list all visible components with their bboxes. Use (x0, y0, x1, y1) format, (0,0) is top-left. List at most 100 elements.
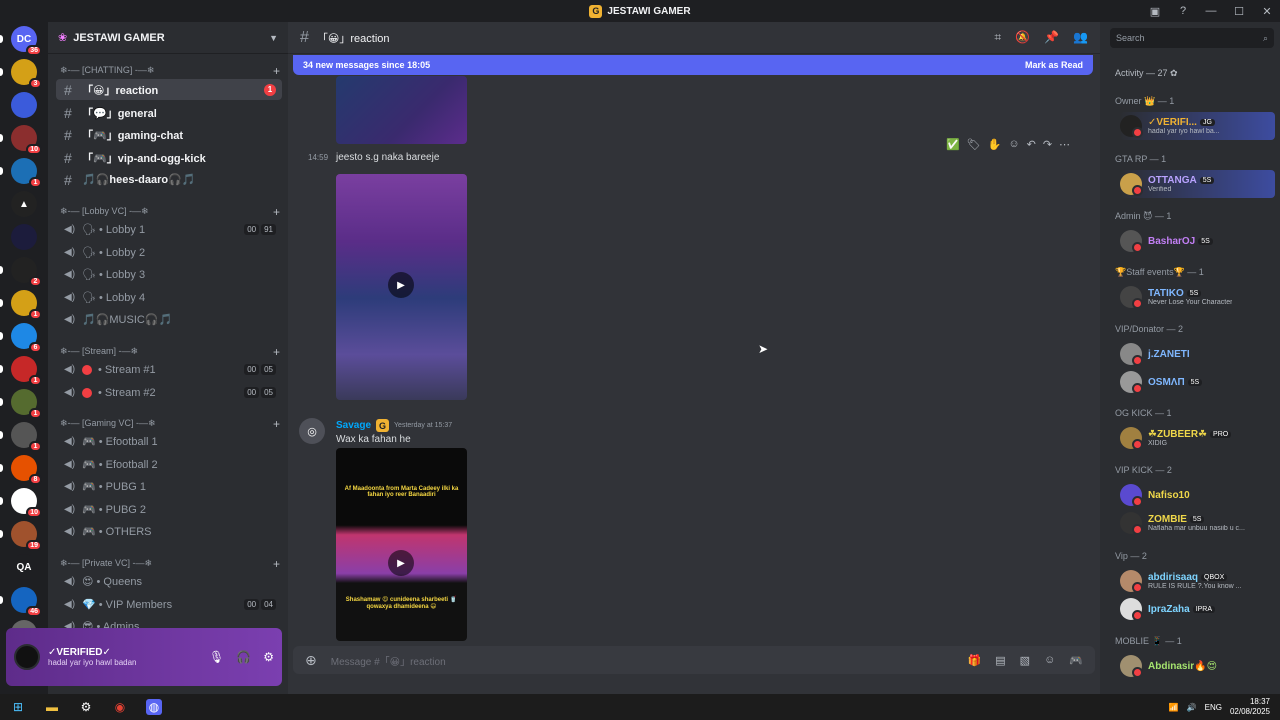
clock[interactable]: 18:37 02/08/2025 (1230, 697, 1270, 717)
server-icon[interactable]: DC 36 (11, 26, 42, 56)
member-item[interactable]: OTTANGA 5S Verified (1120, 170, 1275, 198)
add-channel-icon[interactable]: + (273, 205, 280, 219)
server-icon[interactable]: 1 (11, 158, 42, 188)
member-item[interactable]: OSMΛП 5S (1120, 368, 1275, 396)
file-explorer-icon[interactable]: ▬ (44, 699, 60, 715)
voice-lobby-2[interactable]: ◀) 🗣 • Lobby 2 (56, 242, 282, 263)
voice-pubg-2[interactable]: ◀) 🎮 • PUBG 2 (56, 499, 282, 520)
server-icon[interactable]: 19 (11, 521, 42, 551)
chrome-icon[interactable]: ◉ (112, 699, 128, 715)
maximize-button[interactable]: ☐ (1226, 5, 1252, 18)
new-messages-bar[interactable]: 34 new messages since 18:05 Mark as Read (293, 55, 1093, 75)
message-composer[interactable]: ⊕ Message #「😀」reaction 🎁 ▤ ▧ ☺ 🎮 (293, 646, 1095, 674)
activity-header[interactable]: Activity — 27 ✿ (1115, 68, 1178, 79)
forward-icon[interactable]: ↷ (1043, 138, 1052, 151)
member-item[interactable]: BasharOJ 5S (1120, 227, 1275, 255)
play-icon[interactable]: ▶ (388, 272, 414, 298)
member-item[interactable]: IpraZaha IPRA (1120, 595, 1275, 623)
headphones-icon[interactable]: 🎧 (236, 650, 251, 664)
member-item[interactable]: ☘ZUBEER☘ PRO XIDIG (1120, 424, 1275, 452)
channel-general[interactable]: # 「💬」general (56, 102, 282, 123)
voice-efootball-1[interactable]: ◀) 🎮 • Efootball 1 (56, 431, 282, 452)
mark-as-read-button[interactable]: Mark as Read (1025, 60, 1083, 70)
voice-queens[interactable]: ◀) 😍 • Queens (56, 571, 282, 592)
member-item[interactable]: abdirisaaq QBOX RULE IS RULE ?.You know ..… (1120, 567, 1275, 595)
volume-icon[interactable]: 🔊 (1187, 703, 1197, 712)
emoji-icon[interactable]: ☺ (1044, 654, 1055, 667)
pin-icon[interactable]: 📌 (1044, 30, 1059, 45)
channel-vip-and-ogg-kick[interactable]: # 「🎮」vip-and-ogg-kick (56, 147, 282, 168)
server-icon[interactable]: QA (11, 554, 37, 580)
server-icon[interactable]: 10 (11, 488, 42, 518)
author-name[interactable]: Savage (336, 420, 371, 431)
member-item[interactable]: Abdinasir🔥😍 (1120, 652, 1275, 680)
gear-icon[interactable]: ⚙ (263, 650, 274, 664)
wave-reaction-icon[interactable]: ✋ (988, 138, 1002, 151)
settings-icon[interactable]: ⚙ (78, 699, 94, 715)
add-channel-icon[interactable]: + (273, 64, 280, 78)
threads-icon[interactable]: ⌗ (994, 30, 1001, 45)
add-channel-icon[interactable]: + (273, 345, 280, 359)
add-channel-icon[interactable]: + (273, 417, 280, 431)
guild-header[interactable]: ❀ JESTAWI GAMER ▼ (48, 22, 288, 54)
network-icon[interactable]: 📶 (1169, 703, 1179, 712)
server-icon[interactable] (11, 92, 37, 118)
server-icon[interactable]: 1 (11, 389, 42, 419)
category-stream[interactable]: ❄-— [Stream] -—❄ + (60, 345, 280, 359)
microphone-icon[interactable]: 🎙 (209, 650, 224, 664)
channel-gaming-chat[interactable]: # 「🎮」gaming-chat (56, 124, 282, 145)
server-icon[interactable]: 10 (11, 125, 42, 155)
member-item[interactable]: j.ZANETI (1120, 340, 1275, 368)
minimize-button[interactable]: — (1198, 5, 1224, 17)
avatar[interactable] (14, 644, 40, 670)
reply-icon[interactable]: ↶ (1027, 138, 1036, 151)
check-reaction-icon[interactable]: ✅ (946, 138, 960, 151)
voice-lobby-1[interactable]: ◀) 🗣 • Lobby 1 00 91 (56, 219, 282, 240)
member-item[interactable]: ZOMBIE 5S Naflaha mar unbuu nasiib u c... (1120, 509, 1275, 537)
notification-mute-icon[interactable]: 🔕 (1015, 30, 1030, 45)
chevron-down-icon[interactable]: ▼ (269, 33, 278, 43)
windows-start-icon[interactable]: ⊞ (10, 699, 26, 715)
emoji-reaction-icon[interactable]: 🏷 (967, 138, 981, 151)
voice-music[interactable]: ◀) 🎵🎧MUSIC🎧🎵 (56, 309, 282, 330)
play-icon[interactable]: ▶ (388, 550, 414, 576)
voice-lobby-4[interactable]: ◀) 🗣 • Lobby 4 (56, 287, 282, 308)
sticker-icon[interactable]: ▧ (1020, 654, 1030, 667)
search-input[interactable]: Search ⌕ (1110, 28, 1274, 48)
category-chatting[interactable]: ❄-— [CHATTING] -—❄ + (60, 64, 280, 78)
more-icon[interactable]: ⋯ (1059, 138, 1070, 151)
voice-stream-1[interactable]: ◀) • Stream #1 00 05 (56, 359, 282, 380)
server-icon[interactable]: 1 (11, 290, 42, 320)
inbox-icon[interactable]: ▣ (1142, 5, 1168, 18)
members-icon[interactable]: 👥 (1073, 30, 1088, 45)
video-attachment[interactable]: ▶ (336, 174, 467, 400)
user-info[interactable]: ✓VERIFIED✓ hadal yar iyo hawl badan (48, 647, 137, 667)
category-gaming[interactable]: ❄-— [Gaming VC] -—❄ + (60, 417, 280, 431)
member-item[interactable]: TATIKO 5S Never Lose Your Character (1120, 283, 1275, 311)
server-icon[interactable]: ▲ (11, 191, 37, 217)
close-button[interactable]: ✕ (1254, 5, 1280, 18)
server-icon[interactable]: 3 (11, 59, 42, 89)
member-item[interactable]: ✓VERIFI... JG hadal yar iyo hawl ba... (1120, 112, 1275, 140)
attach-plus-icon[interactable]: ⊕ (305, 652, 317, 669)
server-icon[interactable] (11, 224, 37, 250)
voice-vip-members[interactable]: ◀) 💎 • VIP Members 00 04 (56, 594, 282, 615)
category-private[interactable]: ❄-— [Private VC] -—❄ + (60, 557, 280, 571)
message-input[interactable]: Message #「😀」reaction (331, 653, 446, 668)
add-channel-icon[interactable]: + (273, 557, 280, 571)
gift-icon[interactable]: 🎁 (968, 654, 982, 667)
server-icon[interactable]: 46 (11, 587, 42, 617)
channel-hees-daaro[interactable]: # 🎵🎧hees-daaro🎧🎵 (56, 169, 282, 190)
gif-icon[interactable]: ▤ (995, 654, 1005, 667)
server-icon[interactable]: 1 (11, 422, 42, 452)
server-icon[interactable]: 6 (11, 323, 42, 353)
voice-stream-2[interactable]: ◀) • Stream #2 00 05 (56, 382, 282, 403)
help-icon[interactable]: ? (1170, 5, 1196, 17)
language-indicator[interactable]: ENG (1205, 703, 1222, 712)
server-icon[interactable]: 8 (11, 455, 42, 485)
discord-icon[interactable]: ◍ (146, 699, 162, 715)
apps-icon[interactable]: 🎮 (1069, 654, 1083, 667)
voice-pubg-1[interactable]: ◀) 🎮 • PUBG 1 (56, 476, 282, 497)
channel-reaction[interactable]: # 「😀」reaction 1 (56, 79, 282, 100)
avatar[interactable]: ◎ (299, 418, 325, 444)
